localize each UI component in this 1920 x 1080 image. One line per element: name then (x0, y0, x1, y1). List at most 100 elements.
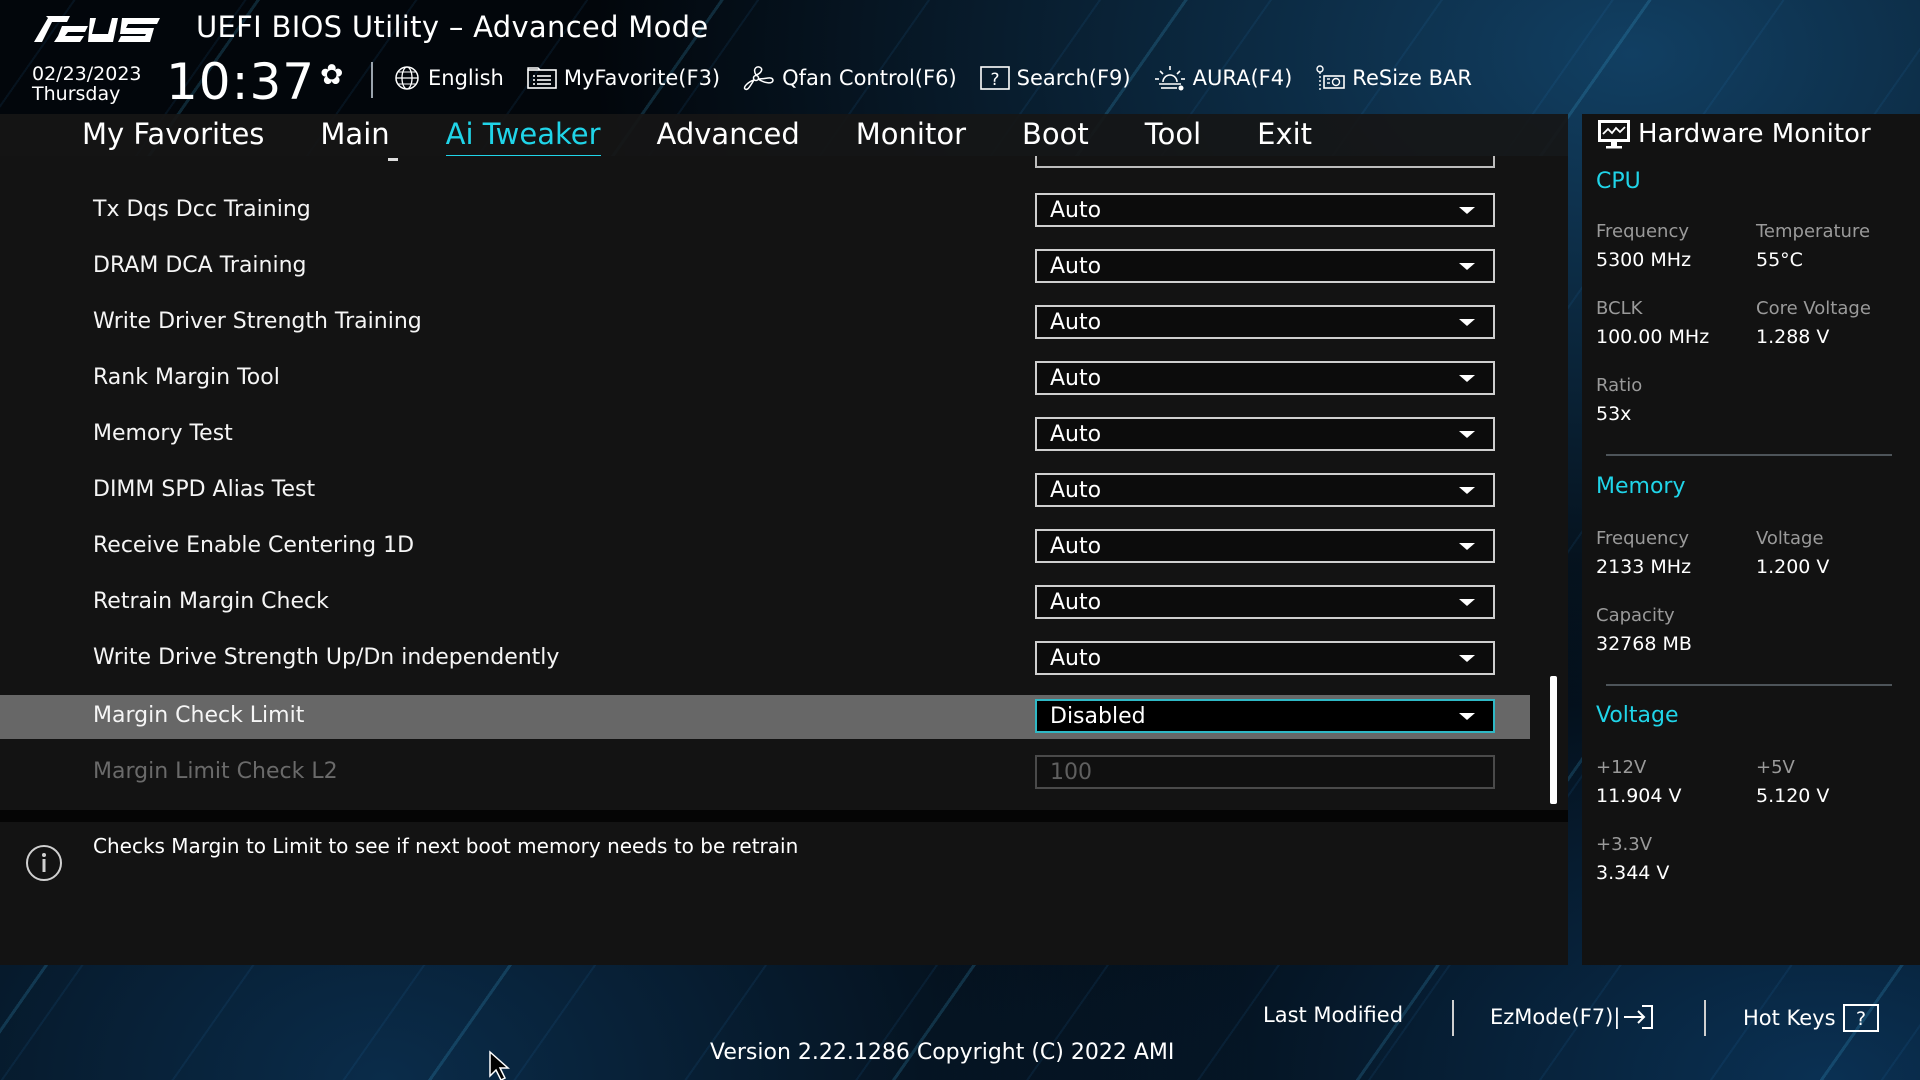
setting-dropdown[interactable]: Auto (1035, 529, 1495, 563)
myfavorite-button[interactable]: MyFavorite(F3) (526, 66, 720, 90)
cpu-frequency-value: 5300 MHz (1596, 249, 1692, 271)
partially-visible-caret (388, 158, 398, 161)
weekday: Thursday (32, 83, 121, 105)
myfavorite-label: MyFavorite(F3) (563, 66, 721, 90)
dropdown-value: Auto (1050, 646, 1102, 671)
setting-dropdown[interactable]: Auto (1035, 249, 1495, 283)
chevron-down-icon (1459, 655, 1475, 662)
setting-dropdown[interactable]: Auto (1035, 193, 1495, 227)
search-label: Search(F9) (1016, 66, 1131, 90)
bclk-value: 100.00 MHz (1596, 326, 1710, 348)
scrollbar-thumb[interactable] (1550, 676, 1557, 804)
setting-row[interactable]: Memory Test Auto (0, 413, 1530, 457)
v5-label: +5V (1756, 757, 1795, 778)
v33-value: 3.344 V (1596, 862, 1670, 884)
tab-monitor[interactable]: Monitor (856, 117, 966, 153)
gpu-card-icon (1316, 65, 1346, 90)
dropdown-value: Auto (1050, 254, 1102, 279)
aura-label: AURA(F4) (1192, 66, 1293, 90)
v5-value: 5.120 V (1756, 785, 1830, 807)
setting-row[interactable]: DRAM DCA Training Auto (0, 245, 1530, 289)
date: 02/23/2023 (32, 63, 142, 85)
setting-dropdown[interactable]: Auto (1035, 305, 1495, 339)
exit-arrow-icon (1624, 1005, 1654, 1029)
dropdown-value: Auto (1050, 198, 1102, 223)
dropdown-value: Auto (1050, 590, 1102, 615)
setting-row-selected[interactable]: Margin Check Limit Disabled (0, 695, 1530, 739)
hardware-monitor-panel: Hardware Monitor CPU Frequency 5300 MHz … (1582, 114, 1920, 965)
setting-label: Margin Limit Check L2 (93, 759, 338, 784)
setting-row[interactable]: DIMM SPD Alias Test Auto (0, 469, 1530, 513)
chevron-down-icon (1459, 431, 1475, 438)
fan-icon (743, 66, 774, 91)
clock: 10:37 (166, 53, 316, 111)
chevron-down-icon (1459, 263, 1475, 270)
setting-row[interactable]: Receive Enable Centering 1D Auto (0, 525, 1530, 569)
setting-dropdown[interactable]: Auto (1035, 641, 1495, 675)
cpu-section-title: CPU (1596, 169, 1641, 194)
ratio-value: 53x (1596, 403, 1632, 425)
tab-exit[interactable]: Exit (1257, 117, 1312, 153)
memory-voltage-label: Voltage (1756, 528, 1824, 549)
tab-boot[interactable]: Boot (1022, 117, 1089, 153)
setting-label: Tx Dqs Dcc Training (93, 197, 311, 222)
setting-dropdown[interactable]: Disabled (1035, 699, 1495, 733)
tab-tool[interactable]: Tool (1145, 117, 1201, 153)
setting-dropdown[interactable]: Auto (1035, 585, 1495, 619)
tab-ai-tweaker[interactable]: Ai Tweaker (445, 117, 601, 159)
setting-dropdown[interactable]: Auto (1035, 361, 1495, 395)
ezmode-button[interactable]: EzMode(F7)| (1490, 1003, 1656, 1031)
hardware-monitor-title: Hardware Monitor (1638, 119, 1871, 149)
app-title: UEFI BIOS Utility – Advanced Mode (196, 10, 709, 44)
setting-dropdown[interactable]: Auto (1035, 417, 1495, 451)
date-display: 02/23/2023 Thursday (32, 64, 142, 104)
setting-row[interactable]: Write Drive Strength Up/Dn independently… (0, 637, 1530, 681)
tab-my-favorites[interactable]: My Favorites (82, 117, 264, 153)
tab-main[interactable]: Main (320, 117, 389, 153)
v12-value: 11.904 V (1596, 785, 1682, 807)
setting-row[interactable]: Tx Dqs Dcc Training Auto (0, 189, 1530, 233)
setting-label: Retrain Margin Check (93, 589, 329, 614)
memory-voltage-value: 1.200 V (1756, 556, 1830, 578)
chevron-down-icon (1459, 207, 1475, 214)
setting-label: DRAM DCA Training (93, 253, 307, 278)
gear-icon[interactable]: ✿ (320, 58, 343, 91)
header-toolbar: English MyFavorite(F3) Qfan Control(F6) … (392, 62, 1494, 94)
input-value: 100 (1050, 760, 1092, 785)
version-text: Version 2.22.1286 Copyright (C) 2022 AMI (710, 1040, 1175, 1065)
svg-text:?: ? (1856, 1008, 1866, 1030)
core-voltage-label: Core Voltage (1756, 298, 1871, 319)
search-button[interactable]: ? Search(F9) (979, 65, 1131, 91)
qfan-control-button[interactable]: Qfan Control(F6) (742, 64, 957, 92)
section-divider (1606, 684, 1892, 686)
tab-advanced[interactable]: Advanced (657, 117, 800, 153)
last-modified-button[interactable]: Last Modified (1263, 1003, 1403, 1027)
hot-keys-button[interactable]: Hot Keys ? (1743, 1003, 1880, 1033)
qfan-label: Qfan Control(F6) (782, 66, 957, 90)
svg-text:?: ? (990, 70, 999, 90)
setting-row[interactable]: Rank Margin Tool Auto (0, 357, 1530, 401)
settings-panel: Tx Dqs Dcc Training Auto DRAM DCA Traini… (0, 156, 1568, 810)
dropdown-value: Auto (1050, 422, 1102, 447)
hot-keys-label: Hot Keys (1743, 1006, 1836, 1030)
dropdown-value: Auto (1050, 310, 1102, 335)
language-button[interactable]: English (392, 65, 504, 91)
resize-bar-button[interactable]: ReSize BAR (1314, 64, 1472, 92)
memory-section-title: Memory (1596, 474, 1686, 499)
setting-row[interactable]: Write Driver Strength Training Auto (0, 301, 1530, 345)
v33-label: +3.3V (1596, 834, 1653, 855)
section-divider (1606, 454, 1892, 456)
setting-dropdown[interactable]: Auto (1035, 473, 1495, 507)
cpu-temperature-value: 55°C (1756, 249, 1803, 271)
question-box-icon: ? (979, 66, 1010, 90)
partially-visible-dropdown[interactable] (1035, 156, 1495, 168)
aura-button[interactable]: AURA(F4) (1153, 64, 1293, 92)
memory-frequency-value: 2133 MHz (1596, 556, 1692, 578)
footer-divider (1452, 1000, 1454, 1036)
monitor-icon (1598, 120, 1630, 149)
dropdown-value: Auto (1050, 534, 1102, 559)
setting-number-input: 100 (1035, 755, 1495, 789)
setting-row[interactable]: Retrain Margin Check Auto (0, 581, 1530, 625)
chevron-down-icon (1459, 319, 1475, 326)
v12-label: +12V (1596, 757, 1647, 778)
